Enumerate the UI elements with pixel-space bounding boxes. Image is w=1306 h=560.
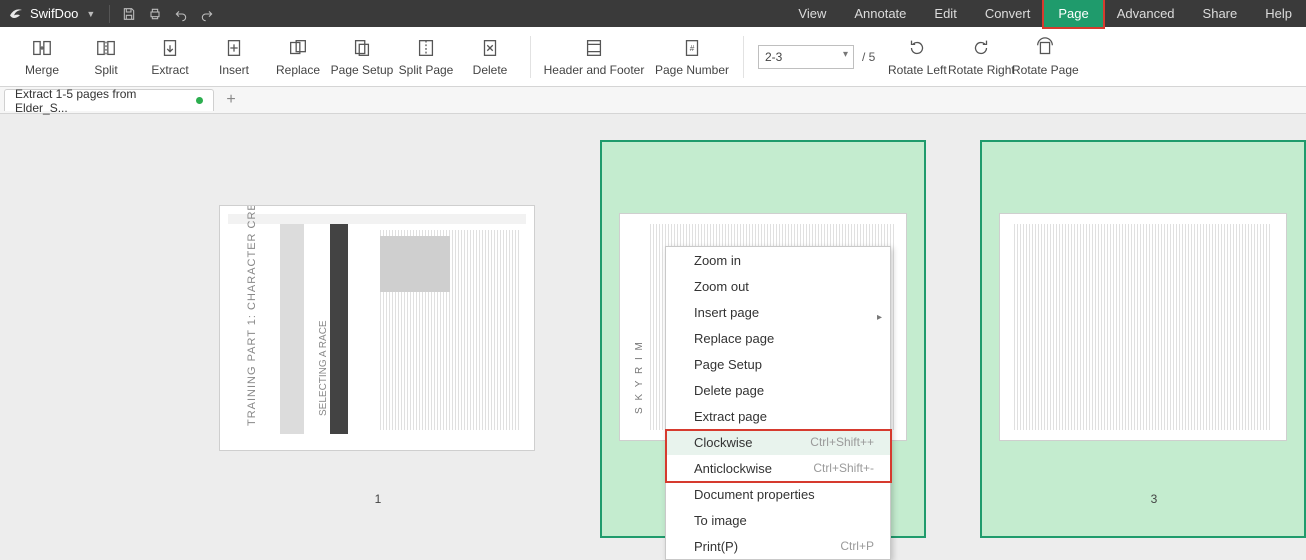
- delete-button[interactable]: Delete: [458, 29, 522, 85]
- rotate-left-button[interactable]: Rotate Left: [885, 29, 949, 85]
- app-logo-icon: [8, 6, 24, 22]
- rotate-right-label: Rotate Right: [948, 63, 1015, 77]
- page-caption: 1: [358, 492, 398, 506]
- page-thumbnail[interactable]: [1000, 214, 1286, 440]
- ribbon: Merge Split Extract Insert Replace Page …: [0, 27, 1306, 87]
- extract-button[interactable]: Extract: [138, 29, 202, 85]
- print-icon[interactable]: [142, 0, 168, 27]
- separator: [530, 36, 531, 78]
- redo-icon[interactable]: [194, 0, 220, 27]
- menu-help[interactable]: Help: [1251, 0, 1306, 27]
- page-setup-label: Page Setup: [331, 63, 394, 77]
- page-range-control: / 5: [758, 45, 875, 69]
- page-setup-button[interactable]: Page Setup: [330, 29, 394, 85]
- app-brand: SwifDoo ▼: [0, 6, 103, 22]
- menu-share[interactable]: Share: [1189, 0, 1252, 27]
- page-number-label: Page Number: [655, 63, 729, 77]
- ctx-delete-page[interactable]: Delete page: [666, 377, 890, 403]
- save-icon[interactable]: [116, 0, 142, 27]
- merge-label: Merge: [25, 63, 59, 77]
- page-number-button[interactable]: # Page Number: [649, 29, 735, 85]
- ctx-extract-page[interactable]: Extract page: [666, 403, 890, 429]
- page-range-input[interactable]: [758, 45, 854, 69]
- header-footer-button[interactable]: Header and Footer: [539, 29, 649, 85]
- extract-label: Extract: [151, 63, 188, 77]
- page-grid: TRAINING PART 1: CHARACTER CREATION SELE…: [0, 114, 1306, 556]
- document-tab[interactable]: Extract 1-5 pages from Elder_S...: [4, 89, 214, 111]
- replace-button[interactable]: Replace: [266, 29, 330, 85]
- ctx-print[interactable]: Print(P)Ctrl+P: [666, 533, 890, 559]
- replace-label: Replace: [276, 63, 320, 77]
- delete-label: Delete: [473, 63, 508, 77]
- menubar: SwifDoo ▼ View Annotate Edit Convert Pag…: [0, 0, 1306, 27]
- rotate-page-button[interactable]: Rotate Page: [1013, 29, 1077, 85]
- separator: [743, 36, 744, 78]
- ctx-insert-page[interactable]: Insert page: [666, 299, 890, 325]
- page-thumbnail[interactable]: TRAINING PART 1: CHARACTER CREATION SELE…: [220, 206, 534, 450]
- ctx-replace-page[interactable]: Replace page: [666, 325, 890, 351]
- page-range-total: / 5: [862, 50, 875, 64]
- ctx-anticlockwise[interactable]: AnticlockwiseCtrl+Shift+-: [666, 455, 890, 481]
- ctx-doc-properties[interactable]: Document properties: [666, 481, 890, 507]
- ctx-page-setup[interactable]: Page Setup: [666, 351, 890, 377]
- svg-text:#: #: [690, 43, 695, 52]
- ctx-zoom-out[interactable]: Zoom out: [666, 273, 890, 299]
- page-caption: 3: [1134, 492, 1174, 506]
- merge-button[interactable]: Merge: [10, 29, 74, 85]
- ctx-clockwise[interactable]: ClockwiseCtrl+Shift++: [666, 429, 890, 455]
- separator: [109, 5, 110, 23]
- app-title: SwifDoo: [30, 6, 78, 21]
- menu-advanced[interactable]: Advanced: [1103, 0, 1189, 27]
- document-tab-title: Extract 1-5 pages from Elder_S...: [15, 87, 188, 115]
- insert-button[interactable]: Insert: [202, 29, 266, 85]
- ctx-to-image[interactable]: To image: [666, 507, 890, 533]
- new-tab-button[interactable]: +: [220, 91, 242, 109]
- split-button[interactable]: Split: [74, 29, 138, 85]
- menu-edit[interactable]: Edit: [920, 0, 970, 27]
- document-tabstrip: Extract 1-5 pages from Elder_S... +: [0, 87, 1306, 114]
- split-label: Split: [94, 63, 117, 77]
- rotate-page-label: Rotate Page: [1012, 63, 1079, 77]
- rotate-right-button[interactable]: Rotate Right: [949, 29, 1013, 85]
- undo-icon[interactable]: [168, 0, 194, 27]
- ctx-zoom-in[interactable]: Zoom in: [666, 247, 890, 273]
- menu-convert[interactable]: Convert: [971, 0, 1045, 27]
- insert-label: Insert: [219, 63, 249, 77]
- menu-page[interactable]: Page: [1044, 0, 1102, 27]
- menu-view[interactable]: View: [784, 0, 840, 27]
- menu-annotate[interactable]: Annotate: [840, 0, 920, 27]
- split-page-button[interactable]: Split Page: [394, 29, 458, 85]
- unsaved-indicator-icon: [196, 97, 203, 104]
- rotate-left-label: Rotate Left: [888, 63, 947, 77]
- context-menu: Zoom in Zoom out Insert page Replace pag…: [665, 246, 891, 560]
- app-menu-caret-icon[interactable]: ▼: [86, 9, 95, 19]
- split-page-label: Split Page: [399, 63, 454, 77]
- header-footer-label: Header and Footer: [544, 63, 645, 77]
